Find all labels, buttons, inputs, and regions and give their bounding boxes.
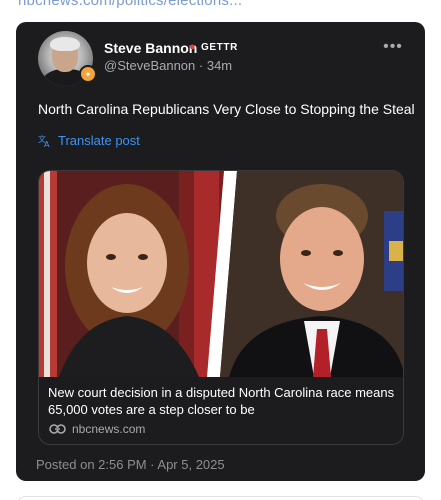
verified-badge-icon: ✦ xyxy=(79,65,97,83)
link-icon xyxy=(49,424,66,434)
platform-badge: GETTR xyxy=(201,42,238,53)
translate-button[interactable]: 文 A Translate post xyxy=(38,133,140,148)
translate-icon: 文 A xyxy=(38,134,50,148)
time-ago: 34m xyxy=(206,58,233,73)
link-preview-card[interactable]: New court decision in a disputed North C… xyxy=(38,170,404,445)
more-options-icon[interactable]: ••• xyxy=(381,38,405,55)
translate-label: Translate post xyxy=(58,133,140,148)
author-name[interactable]: Steve Bannon xyxy=(104,40,197,56)
link-preview-title: New court decision in a disputed North C… xyxy=(48,385,395,417)
post-card: ✦ Steve Bannon ● GETTR @SteveBannon · 34… xyxy=(16,22,425,481)
post-text: North Carolina Republicans Very Close to… xyxy=(38,101,415,117)
posted-timestamp: Posted on 2:56 PM · Apr 5, 2025 xyxy=(36,457,225,472)
link-source-text: nbcnews.com xyxy=(72,422,146,436)
svg-text:A: A xyxy=(44,140,50,148)
link-preview-image xyxy=(39,171,403,377)
flame-icon: ● xyxy=(189,41,196,53)
next-card-edge xyxy=(16,496,425,500)
author-handle[interactable]: @SteveBannon · 34m xyxy=(104,58,232,73)
handle-text: @SteveBannon xyxy=(104,58,196,73)
top-link-text[interactable]: nbcnews.com/politics/elections... xyxy=(18,0,242,9)
link-preview-source: nbcnews.com xyxy=(49,422,145,436)
